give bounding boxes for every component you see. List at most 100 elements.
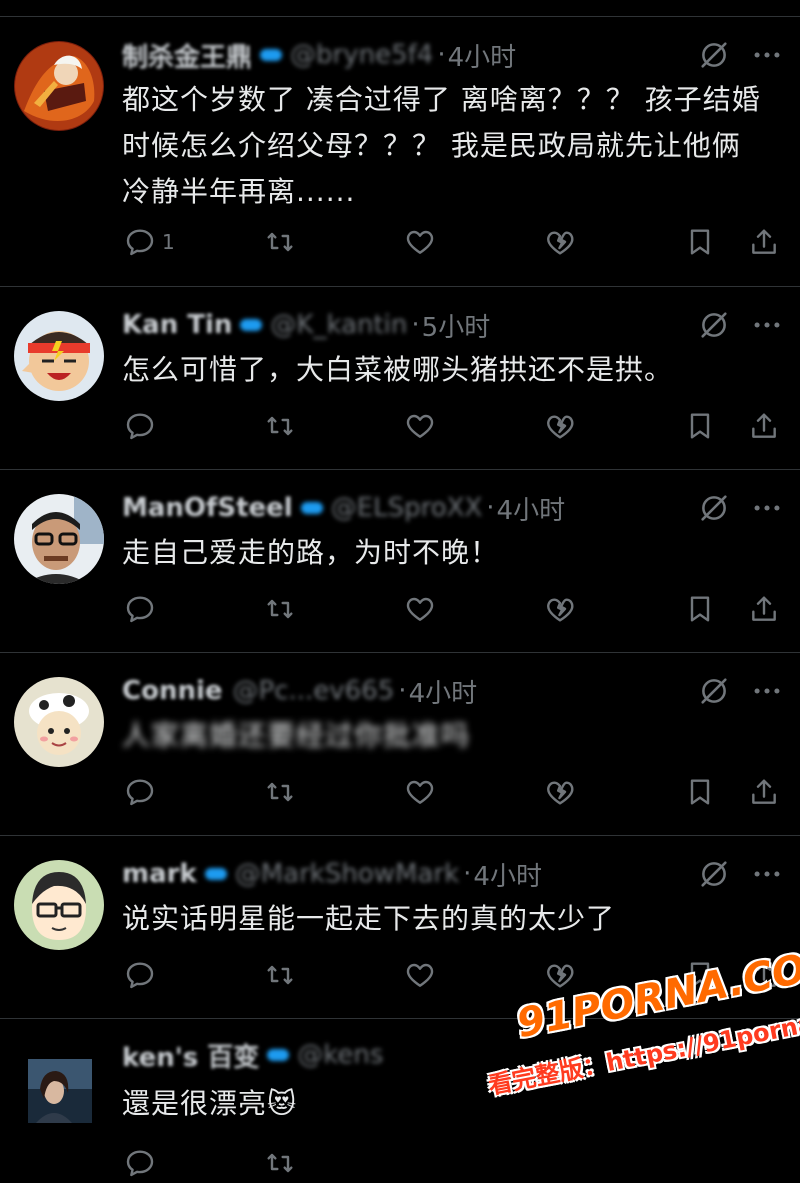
reply-button[interactable]	[124, 955, 156, 995]
avatar[interactable]	[14, 311, 104, 401]
reply-feed: 制杀金王鼎 @bryne5f4 · 4小时 都这个岁数了 凑合过得了 离啥离？？…	[0, 0, 800, 1156]
dislike-button[interactable]	[544, 222, 576, 262]
bookmark-button[interactable]	[684, 772, 716, 812]
reply-icon	[124, 1147, 156, 1179]
like-button[interactable]	[404, 222, 436, 262]
reply-button[interactable]	[124, 406, 156, 446]
anime-warrior-avatar	[14, 41, 104, 131]
avatar[interactable]	[14, 860, 104, 950]
reply-button[interactable]	[124, 589, 156, 629]
share-button[interactable]	[748, 589, 780, 629]
author-name[interactable]: mark	[122, 859, 197, 889]
post[interactable]: Kan Tin @K_kantin · 5小时 怎么可惜了，大白菜被哪头猪拱还不…	[0, 287, 800, 470]
avatar[interactable]	[28, 1059, 92, 1123]
retweet-icon	[264, 226, 296, 258]
dislike-button[interactable]	[544, 589, 576, 629]
broken-heart-icon	[544, 776, 576, 808]
avatar[interactable]	[14, 41, 104, 131]
post-time[interactable]: 4小时	[473, 856, 542, 893]
avatar[interactable]	[14, 677, 104, 767]
bookmark-icon	[684, 226, 716, 258]
like-button[interactable]	[404, 406, 436, 446]
author-handle[interactable]: @ELSproXX	[331, 493, 483, 523]
retweet-icon	[264, 959, 296, 991]
bookmark-button[interactable]	[684, 406, 716, 446]
heart-icon	[404, 959, 436, 991]
heart-icon	[404, 226, 436, 258]
post-text: 走自己爱走的路，为时不晚！	[122, 530, 784, 576]
author-handle[interactable]: @bryne5f4	[290, 40, 433, 70]
reply-button[interactable]	[124, 1143, 156, 1183]
verified-badge-icon	[260, 49, 283, 61]
retweet-button[interactable]	[264, 589, 296, 629]
reply-button[interactable]: 1	[124, 222, 175, 262]
post-time[interactable]: 4小时	[448, 37, 517, 74]
retweet-icon	[264, 776, 296, 808]
grok-icon[interactable]	[697, 308, 731, 342]
author-name[interactable]: 制杀金王鼎	[122, 37, 252, 74]
separator-dot: ·	[486, 493, 495, 523]
author-name[interactable]: Connie	[122, 676, 223, 706]
dislike-button[interactable]	[544, 772, 576, 812]
post-time[interactable]: 5小时	[422, 307, 491, 344]
post-text: 怎么可惜了，大白菜被哪头猪拱还不是拱。	[122, 347, 784, 393]
author-name[interactable]: Kan Tin	[122, 310, 232, 340]
post-text-line: 人家离婚还要经过你批准吗	[122, 719, 471, 752]
post-text-line: 都这个岁数了 凑合过得了 离啥离？？？ 孩子结婚	[122, 83, 761, 116]
like-button[interactable]	[404, 772, 436, 812]
grok-icon[interactable]	[697, 674, 731, 708]
action-bar	[0, 406, 800, 446]
author-name[interactable]: ken's 百变	[122, 1037, 259, 1074]
more-options-icon[interactable]	[750, 38, 784, 72]
avatar[interactable]	[14, 494, 104, 584]
retweet-icon	[264, 1147, 296, 1179]
like-button[interactable]	[404, 589, 436, 629]
share-icon	[748, 226, 780, 258]
share-button[interactable]	[748, 772, 780, 812]
more-options-icon[interactable]	[750, 857, 784, 891]
more-options-icon[interactable]	[750, 491, 784, 525]
post-text-line: 说实话明星能一起走下去的真的太少了	[122, 902, 616, 935]
verified-badge-icon	[240, 319, 263, 331]
retweet-button[interactable]	[264, 406, 296, 446]
more-options-icon[interactable]	[750, 308, 784, 342]
more-options-icon[interactable]	[750, 674, 784, 708]
action-bar	[0, 772, 800, 812]
post-text: 都这个岁数了 凑合过得了 离啥离？？？ 孩子结婚 时候怎么介绍父母？？？ 我是民…	[122, 77, 784, 215]
broken-heart-icon	[544, 410, 576, 442]
retweet-button[interactable]	[264, 955, 296, 995]
author-handle[interactable]: @kens	[297, 1040, 383, 1070]
author-handle[interactable]: @Pc...ev665	[233, 676, 395, 706]
cow-cartoon-avatar	[14, 677, 104, 767]
share-icon	[748, 593, 780, 625]
author-handle[interactable]: @K_kantin	[270, 310, 407, 340]
retweet-button[interactable]	[264, 772, 296, 812]
bookmark-button[interactable]	[684, 222, 716, 262]
post-text-line: 怎么可惜了，大白菜被哪头猪拱还不是拱。	[122, 353, 674, 386]
grok-icon[interactable]	[697, 857, 731, 891]
bookmark-button[interactable]	[684, 589, 716, 629]
like-button[interactable]	[404, 955, 436, 995]
heart-icon	[404, 410, 436, 442]
author-handle[interactable]: @MarkShowMark	[235, 859, 459, 889]
verified-badge-icon	[267, 1049, 290, 1061]
post[interactable]: 制杀金王鼎 @bryne5f4 · 4小时 都这个岁数了 凑合过得了 离啥离？？…	[0, 17, 800, 287]
reply-button[interactable]	[124, 772, 156, 812]
separator-dot: ·	[411, 310, 420, 340]
retweet-button[interactable]	[264, 1143, 296, 1183]
retweet-button[interactable]	[264, 222, 296, 262]
post[interactable]: Connie @Pc...ev665 · 4小时 人家离婚还要经过你批准吗	[0, 653, 800, 836]
grok-icon[interactable]	[697, 38, 731, 72]
share-button[interactable]	[748, 222, 780, 262]
author-name[interactable]: ManOfSteel	[122, 493, 293, 523]
post[interactable]: ManOfSteel @ELSproXX · 4小时 走自己爱走的路，为时不晚！	[0, 470, 800, 653]
post-time[interactable]: 4小时	[497, 490, 566, 527]
share-button[interactable]	[748, 406, 780, 446]
post-text-line: 冷静半年再离......	[122, 175, 356, 208]
heart-icon	[404, 776, 436, 808]
reply-icon	[124, 776, 156, 808]
post-time[interactable]: 4小时	[409, 673, 478, 710]
dislike-button[interactable]	[544, 406, 576, 446]
action-bar	[0, 589, 800, 629]
grok-icon[interactable]	[697, 491, 731, 525]
